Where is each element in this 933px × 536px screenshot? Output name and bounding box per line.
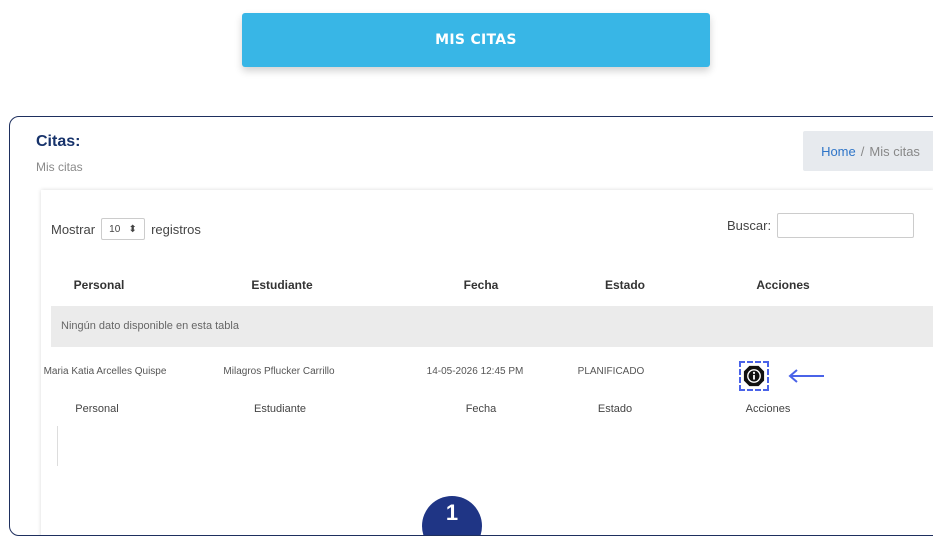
empty-table-message: Ningún dato disponible en esta tabla xyxy=(51,306,933,347)
breadcrumb: Home / Mis citas xyxy=(803,131,933,171)
mis-citas-button[interactable]: MIS CITAS xyxy=(242,13,710,67)
table-header: Personal Estudiante Fecha Estado Accione… xyxy=(41,268,933,300)
page-length-select[interactable]: 10 ⬍ xyxy=(101,218,146,240)
cell-estado: PLANIFICADO xyxy=(577,366,645,377)
citas-table-card: Mostrar 10 ⬍ registros Buscar: Personal … xyxy=(41,190,933,535)
footer-personal: Personal xyxy=(75,403,119,415)
column-header-personal[interactable]: Personal xyxy=(74,278,125,292)
breadcrumb-current: Mis citas xyxy=(869,143,920,159)
footer-acciones: Acciones xyxy=(745,403,791,415)
cell-estudiante: Milagros Pflucker Carrillo xyxy=(223,366,335,377)
divider xyxy=(57,426,58,466)
footer-estudiante: Estudiante xyxy=(254,403,306,415)
page-subtitle: Mis citas xyxy=(36,160,83,174)
show-label: Mostrar xyxy=(51,221,96,237)
info-action-highlight xyxy=(739,361,769,391)
breadcrumb-separator: / xyxy=(860,143,865,159)
search-control: Buscar: xyxy=(727,213,915,238)
page-length-value: 10 xyxy=(109,223,121,235)
footer-fecha: Fecha xyxy=(465,403,497,415)
footer-estado: Estado xyxy=(597,403,633,415)
search-input[interactable] xyxy=(777,213,915,238)
info-icon[interactable] xyxy=(743,365,765,387)
search-label: Buscar: xyxy=(727,218,772,233)
records-label: registros xyxy=(151,221,201,237)
column-header-estudiante[interactable]: Estudiante xyxy=(251,278,312,292)
page-length-control: Mostrar 10 ⬍ registros xyxy=(51,218,201,240)
page-title: Citas: xyxy=(36,133,81,150)
column-header-fecha[interactable]: Fecha xyxy=(464,278,499,292)
arrow-left-icon xyxy=(788,369,824,383)
column-header-acciones[interactable]: Acciones xyxy=(756,278,809,292)
cell-fecha: 14-05-2026 12:45 PM xyxy=(426,366,524,377)
breadcrumb-home-link[interactable]: Home xyxy=(821,144,856,159)
citas-panel: Citas: Mis citas Home / Mis citas Mostra… xyxy=(9,116,933,536)
column-header-estado[interactable]: Estado xyxy=(605,278,645,292)
sort-arrows-icon: ⬍ xyxy=(128,223,137,235)
cell-personal: Maria Katia Arcelles Quispe xyxy=(43,366,167,377)
